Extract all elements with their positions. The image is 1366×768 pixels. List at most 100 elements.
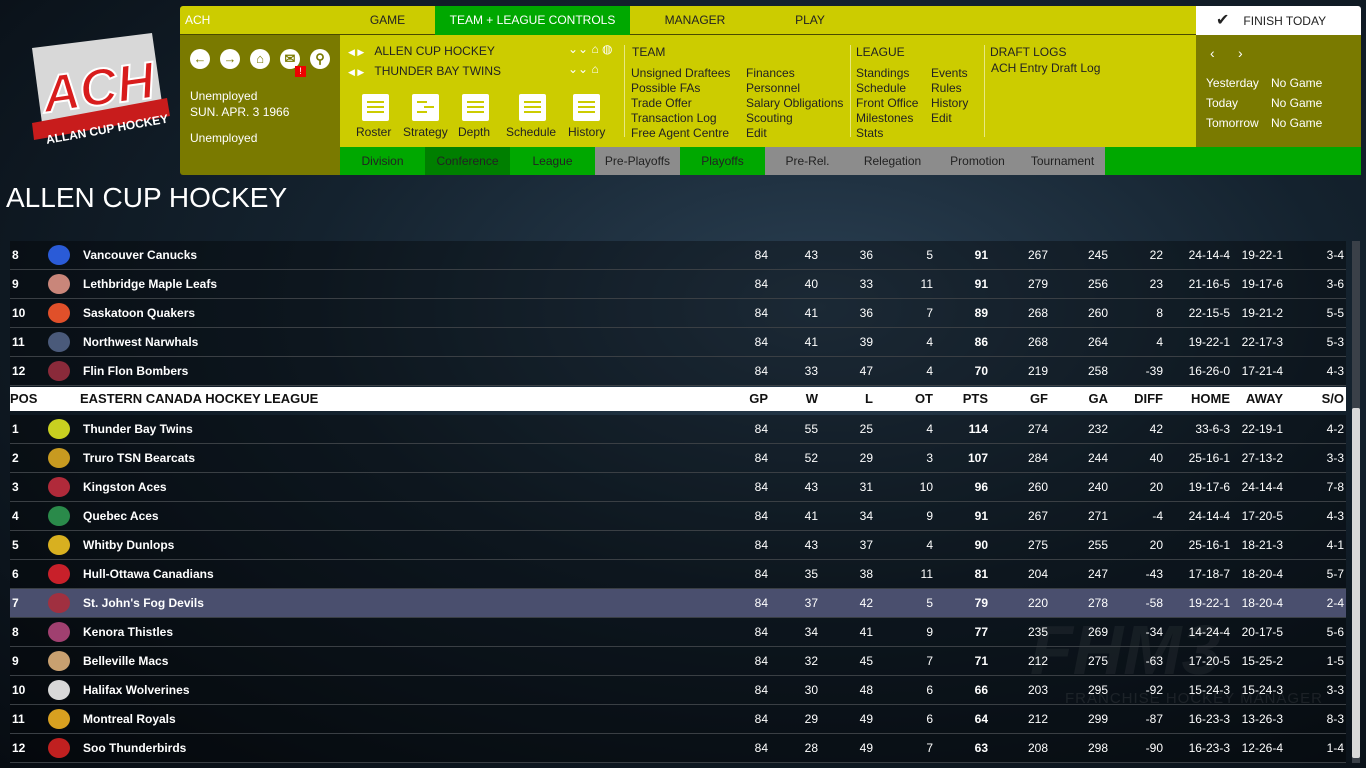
subtab-conference[interactable]: Conference [425, 147, 510, 175]
table-row[interactable]: 10 Saskatoon Quakers 84 41 36 7 89 268 260 8 22-15… [10, 299, 1346, 328]
col-header-gf[interactable]: GF [1030, 387, 1048, 411]
team-menu-link[interactable]: Personnel [746, 81, 843, 96]
subtab-promotion[interactable]: Promotion [935, 147, 1020, 175]
team-prev-next-icon[interactable]: ◀ ▶ [348, 67, 364, 77]
team-menu-link[interactable]: Trade Offer [631, 96, 730, 111]
league-menu-link[interactable]: Front Office [856, 96, 918, 111]
team-name[interactable]: Vancouver Canucks [83, 241, 197, 270]
history-link[interactable]: History [568, 125, 605, 139]
team-menu-link[interactable]: Free Agent Centre [631, 126, 730, 141]
table-row[interactable]: 12 Flin Flon Bombers 84 33 47 4 70 219 258 -39 16-… [10, 357, 1346, 386]
col-header-ga[interactable]: GA [1089, 387, 1109, 411]
team-name[interactable]: St. John's Fog Devils [83, 589, 204, 618]
league-abbr-button[interactable]: ACH [185, 6, 210, 35]
team-name[interactable]: Kingston Aces [83, 473, 167, 502]
team-name[interactable]: Lethbridge Maple Leafs [83, 270, 217, 299]
col-header-home[interactable]: HOME [1191, 387, 1230, 411]
prev-day-icon[interactable]: ‹ [1210, 45, 1215, 61]
table-row[interactable]: 11 Montreal Royals 84 29 49 6 64 212 299 -87 16-23… [10, 705, 1346, 734]
back-icon[interactable]: ← [190, 49, 210, 69]
team-name[interactable]: Saskatoon Quakers [83, 299, 195, 328]
strategy-link[interactable]: Strategy [403, 125, 448, 139]
team-name[interactable]: Soo Thunderbirds [83, 734, 186, 763]
col-header-so[interactable]: S/O [1322, 387, 1344, 411]
col-header-ot[interactable]: OT [915, 387, 933, 411]
table-row[interactable]: 12 Soo Thunderbirds 84 28 49 7 63 208 298 -90 16-2… [10, 734, 1346, 763]
tab-team-league-controls[interactable]: TEAM + LEAGUE CONTROLS [435, 6, 630, 35]
team-name[interactable]: Truro TSN Bearcats [83, 444, 195, 473]
team-menu-link[interactable]: Edit [746, 126, 843, 141]
col-header-away[interactable]: AWAY [1246, 387, 1283, 411]
team-menu-link[interactable]: Unsigned Draftees [631, 66, 730, 81]
roster-icon[interactable] [362, 94, 389, 121]
team-selector[interactable]: THUNDER BAY TWINS [374, 64, 501, 78]
subtab-division[interactable]: Division [340, 147, 425, 175]
league-menu-link[interactable]: Rules [931, 81, 968, 96]
league-selector[interactable]: ALLEN CUP HOCKEY [374, 44, 495, 58]
table-row[interactable]: 8 Kenora Thistles 84 34 41 9 77 235 269 -34 14-24-… [10, 618, 1346, 647]
schedule-icon[interactable] [519, 94, 546, 121]
scrollbar-thumb[interactable] [1352, 408, 1360, 758]
forward-icon[interactable]: → [220, 49, 240, 69]
subtab-playoffs[interactable]: Playoffs [680, 147, 765, 175]
table-row[interactable]: 4 Quebec Aces 84 41 34 9 91 267 271 -4 24-14-4 17-2… [10, 502, 1346, 531]
schedule-link[interactable]: Schedule [506, 125, 556, 139]
league-prev-next-icon[interactable]: ◀ ▶ [348, 47, 364, 57]
col-header-l[interactable]: L [865, 387, 873, 411]
team-name[interactable]: Belleville Macs [83, 647, 168, 676]
team-quick-icons[interactable]: ⌄⌄ ⌂ [568, 62, 599, 76]
subtab-pre-rel[interactable]: Pre-Rel. [765, 147, 850, 175]
league-menu-link[interactable]: Stats [856, 126, 918, 141]
league-menu-link[interactable]: Milestones [856, 111, 918, 126]
table-row[interactable]: 10 Halifax Wolverines 84 30 48 6 66 203 295 -92 15… [10, 676, 1346, 705]
subtab-relegation[interactable]: Relegation [850, 147, 935, 175]
league-menu-link[interactable]: History [931, 96, 968, 111]
subtab-pre-playoffs[interactable]: Pre-Playoffs [595, 147, 680, 175]
game-day-value[interactable]: No Game [1271, 116, 1322, 130]
next-day-icon[interactable]: › [1238, 45, 1243, 61]
team-name[interactable]: Montreal Royals [83, 705, 176, 734]
league-quick-icons[interactable]: ⌄⌄ ⌂ ◍ [568, 42, 613, 56]
team-name[interactable]: Kenora Thistles [83, 618, 173, 647]
draft-log-link[interactable]: ACH Entry Draft Log [991, 61, 1100, 75]
league-menu-link[interactable]: Edit [931, 111, 968, 126]
depth-link[interactable]: Depth [458, 125, 490, 139]
depth-icon[interactable] [462, 94, 489, 121]
home-icon[interactable]: ⌂ [250, 49, 270, 69]
league-menu-link[interactable]: Events [931, 66, 968, 81]
team-name[interactable]: Thunder Bay Twins [83, 415, 193, 444]
roster-link[interactable]: Roster [356, 125, 391, 139]
table-row[interactable]: 7 St. John's Fog Devils 84 37 42 5 79 220 278 -58… [10, 589, 1346, 618]
team-menu-link[interactable]: Finances [746, 66, 843, 81]
tab-game[interactable]: GAME [345, 6, 430, 35]
table-row[interactable]: 2 Truro TSN Bearcats 84 52 29 3 107 284 244 40 25-… [10, 444, 1346, 473]
team-name[interactable]: Flin Flon Bombers [83, 357, 188, 386]
team-name[interactable]: Halifax Wolverines [83, 676, 190, 705]
league-menu-link[interactable]: Standings [856, 66, 918, 81]
col-header-pts[interactable]: PTS [963, 387, 988, 411]
team-menu-link[interactable]: Transaction Log [631, 111, 730, 126]
search-icon[interactable]: ⚲ [310, 49, 330, 69]
table-row[interactable]: 5 Whitby Dunlops 84 43 37 4 90 275 255 20 25-16-1 1… [10, 531, 1346, 560]
team-name[interactable]: Whitby Dunlops [83, 531, 174, 560]
tab-manager[interactable]: MANAGER [645, 6, 745, 35]
team-name[interactable]: Northwest Narwhals [83, 328, 198, 357]
history-icon[interactable] [573, 94, 600, 121]
game-day-value[interactable]: No Game [1271, 96, 1322, 110]
team-menu-link[interactable]: Possible FAs [631, 81, 730, 96]
finish-today-button[interactable]: ✔ FINISH TODAY [1196, 6, 1361, 35]
table-row[interactable]: 8 Vancouver Canucks 84 43 36 5 91 267 245 22 24-14… [10, 241, 1346, 270]
table-row[interactable]: 9 Belleville Macs 84 32 45 7 71 212 275 -63 17-20-… [10, 647, 1346, 676]
team-name[interactable]: Quebec Aces [83, 502, 159, 531]
tab-play[interactable]: PLAY [770, 6, 850, 35]
league-menu-link[interactable]: Schedule [856, 81, 918, 96]
subtab-league[interactable]: League [510, 147, 595, 175]
game-day-value[interactable]: No Game [1271, 76, 1322, 90]
col-header-w[interactable]: W [806, 387, 818, 411]
strategy-icon[interactable] [412, 94, 439, 121]
table-row[interactable]: 6 Hull-Ottawa Canadians 84 35 38 11 81 204 247 -4… [10, 560, 1346, 589]
team-menu-link[interactable]: Scouting [746, 111, 843, 126]
team-menu-link[interactable]: Salary Obligations [746, 96, 843, 111]
subtab-tournament[interactable]: Tournament [1020, 147, 1105, 175]
team-name[interactable]: Hull-Ottawa Canadians [83, 560, 214, 589]
